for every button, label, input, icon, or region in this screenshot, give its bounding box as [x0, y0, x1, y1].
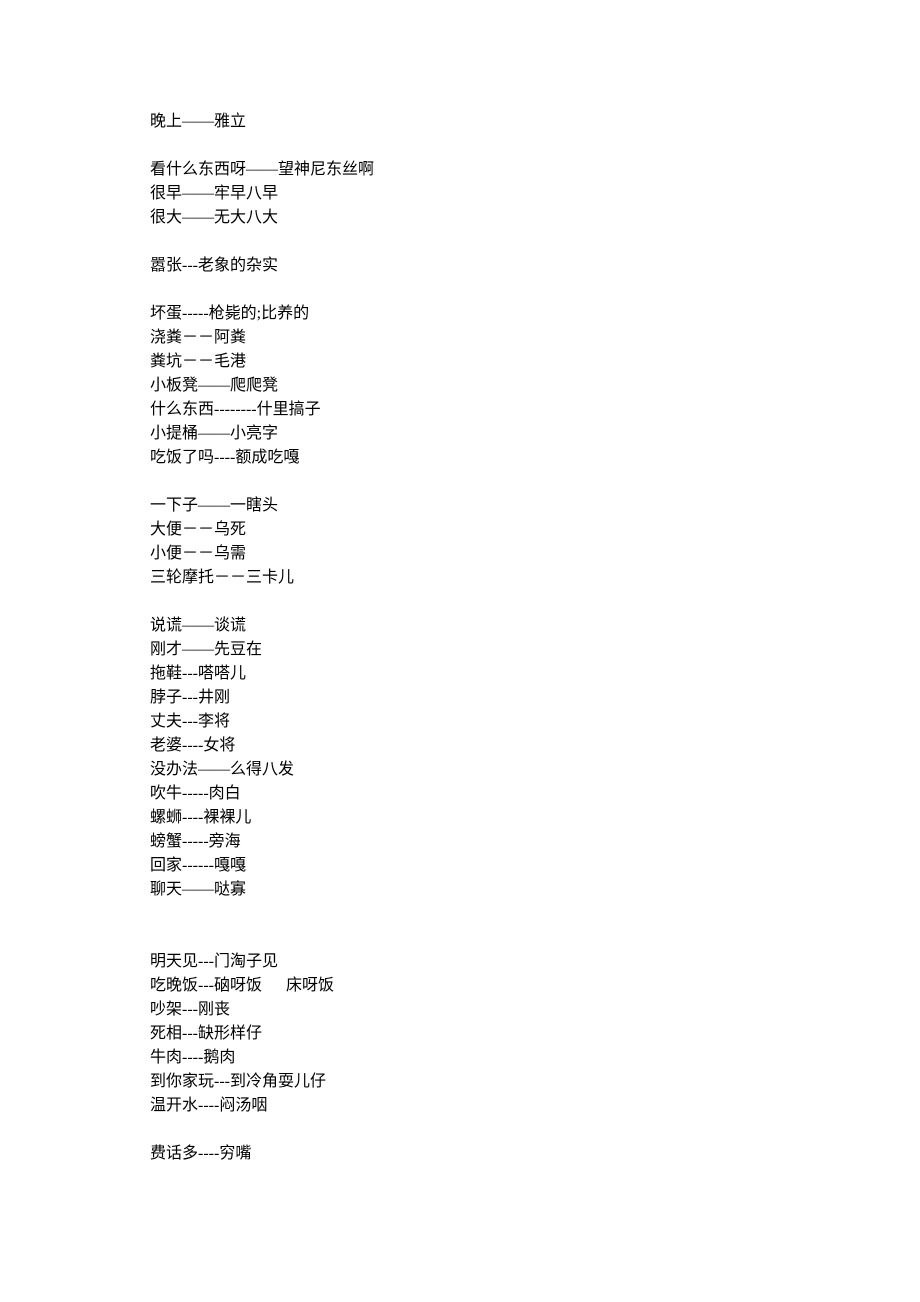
- text-line: 大便－－乌死: [150, 518, 770, 542]
- text-line: 聊天——哒寡: [150, 878, 770, 902]
- text-line: 螃蟹-----旁海: [150, 830, 770, 854]
- blank-line: [150, 902, 770, 926]
- text-line: 说谎——谈谎: [150, 614, 770, 638]
- text-line: 到你家玩---到冷角耍儿仔: [150, 1070, 770, 1094]
- text-line: 老婆----女将: [150, 734, 770, 758]
- blank-line: [150, 590, 770, 614]
- text-line: 粪坑－－毛港: [150, 350, 770, 374]
- text-line: 拖鞋---嗒嗒儿: [150, 662, 770, 686]
- text-line: 丈夫---李将: [150, 710, 770, 734]
- text-line: 很早——牢早八早: [150, 182, 770, 206]
- blank-line: [150, 278, 770, 302]
- text-line: 回家------嘎嘎: [150, 854, 770, 878]
- text-line: 三轮摩托－－三卡儿: [150, 566, 770, 590]
- text-line: 牛肉----鹅肉: [150, 1046, 770, 1070]
- text-line: 没办法——么得八发: [150, 758, 770, 782]
- text-line: 坏蛋-----枪毙的;比养的: [150, 302, 770, 326]
- text-line: 很大——无大八大: [150, 206, 770, 230]
- text-line: 脖子---井刚: [150, 686, 770, 710]
- text-line: 吃饭了吗----额成吃嘎: [150, 446, 770, 470]
- text-line: 死相---缺形样仔: [150, 1022, 770, 1046]
- text-line: 小便－－乌需: [150, 542, 770, 566]
- text-line: 明天见---门淘子见: [150, 950, 770, 974]
- text-line: 看什么东西呀——望神尼东丝啊: [150, 158, 770, 182]
- text-line: 吵架---刚丧: [150, 998, 770, 1022]
- text-line: 吹牛-----肉白: [150, 782, 770, 806]
- text-line: 什么东西--------什里搞子: [150, 398, 770, 422]
- blank-line: [150, 470, 770, 494]
- blank-line: [150, 926, 770, 950]
- text-line: 晚上——雅立: [150, 110, 770, 134]
- text-line: 浇粪－－阿粪: [150, 326, 770, 350]
- blank-line: [150, 230, 770, 254]
- text-line: 一下子——一瞎头: [150, 494, 770, 518]
- text-line: 温开水----闷汤咽: [150, 1094, 770, 1118]
- blank-line: [150, 1118, 770, 1142]
- text-line: 费话多----穷嘴: [150, 1142, 770, 1166]
- text-line: 小提桶——小亮字: [150, 422, 770, 446]
- document-content: 晚上——雅立看什么东西呀——望神尼东丝啊很早——牢早八早很大——无大八大嚣张--…: [150, 110, 770, 1166]
- text-line: 小板凳——爬爬凳: [150, 374, 770, 398]
- text-line: 刚才——先豆在: [150, 638, 770, 662]
- text-line: 螺蛳----裸裸儿: [150, 806, 770, 830]
- text-line: 嚣张---老象的杂实: [150, 254, 770, 278]
- blank-line: [150, 134, 770, 158]
- text-line: 吃晚饭---硇呀饭 床呀饭: [150, 974, 770, 998]
- document-page: 晚上——雅立看什么东西呀——望神尼东丝啊很早——牢早八早很大——无大八大嚣张--…: [0, 0, 920, 1302]
